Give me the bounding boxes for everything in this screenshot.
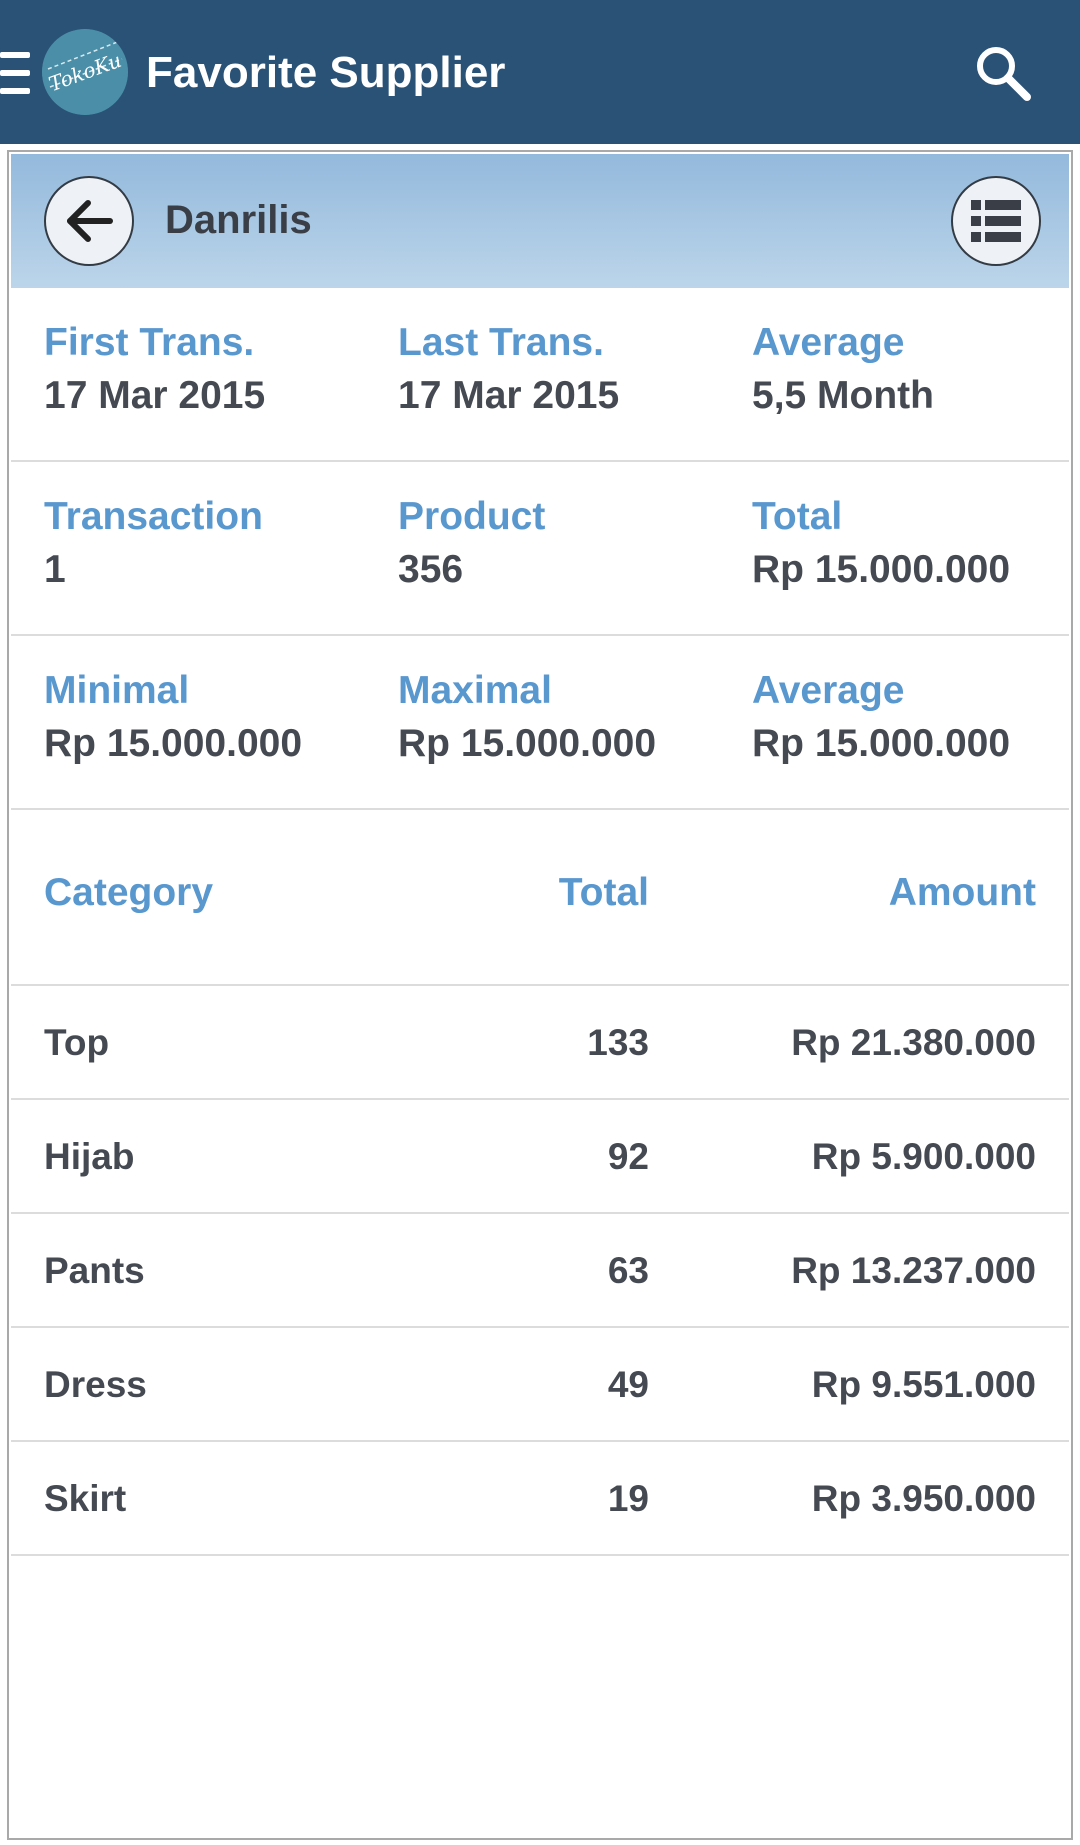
arrow-left-icon xyxy=(67,200,113,242)
category-table-header: Category Total Amount xyxy=(11,808,1069,986)
stat-value: 356 xyxy=(398,548,464,591)
table-row[interactable]: Skirt 19 Rp 3.950.000 xyxy=(11,1442,1069,1556)
table-row[interactable]: Hijab 92 Rp 5.900.000 xyxy=(11,1100,1069,1214)
category-cell: Skirt xyxy=(44,1478,127,1519)
stat-value: Rp 15.000.000 xyxy=(44,722,303,765)
stat-average-amount: Average Rp 15.000.000 xyxy=(752,666,1010,772)
category-cell: Pants xyxy=(44,1250,145,1291)
stat-label: First Trans. xyxy=(44,321,255,364)
column-header-category[interactable]: Category xyxy=(44,868,213,918)
stat-label: Average xyxy=(752,669,905,712)
supplier-header: Danrilis xyxy=(11,154,1069,288)
stat-label: Average xyxy=(752,321,905,364)
stat-label: Last Trans. xyxy=(398,321,604,364)
stat-value: 1 xyxy=(44,548,66,591)
app-bar: TokoKu Favorite Supplier xyxy=(0,0,1080,144)
stat-first-trans: First Trans. 17 Mar 2015 xyxy=(44,318,265,424)
page-title: Favorite Supplier xyxy=(146,48,506,97)
stat-average-interval: Average 5,5 Month xyxy=(752,318,934,424)
category-cell: Top xyxy=(44,1022,110,1063)
supplier-detail-card: Danrilis First Trans. 17 Mar 2015 Last T… xyxy=(7,150,1073,1840)
stat-value: 17 Mar 2015 xyxy=(398,374,620,417)
amount-cell: Rp 3.950.000 xyxy=(811,1478,1036,1519)
stat-value: Rp 15.000.000 xyxy=(752,722,1011,765)
stat-label: Transaction xyxy=(44,495,263,538)
table-row[interactable]: Top 133 Rp 21.380.000 xyxy=(11,986,1069,1100)
table-row[interactable]: Dress 49 Rp 9.551.000 xyxy=(11,1328,1069,1442)
stat-value: 17 Mar 2015 xyxy=(44,374,266,417)
list-view-icon xyxy=(971,200,1021,242)
stat-last-trans: Last Trans. 17 Mar 2015 xyxy=(398,318,619,424)
stats-row-counts: Transaction 1 Product 356 Total Rp 15.00… xyxy=(11,462,1069,636)
stats-row-amounts: Minimal Rp 15.000.000 Maximal Rp 15.000.… xyxy=(11,636,1069,810)
supplier-name: Danrilis xyxy=(165,198,312,242)
search-icon[interactable] xyxy=(970,40,1036,106)
amount-cell: Rp 21.380.000 xyxy=(791,1022,1036,1063)
stat-value: Rp 15.000.000 xyxy=(398,722,657,765)
total-cell: 92 xyxy=(607,1136,649,1177)
stats-row-dates: First Trans. 17 Mar 2015 Last Trans. 17 … xyxy=(11,288,1069,462)
category-cell: Dress xyxy=(44,1364,147,1405)
stat-value: 5,5 Month xyxy=(752,374,934,417)
category-cell: Hijab xyxy=(44,1136,135,1177)
table-row[interactable]: Pants 63 Rp 13.237.000 xyxy=(11,1214,1069,1328)
category-table-body: Top 133 Rp 21.380.000 Hijab 92 Rp 5.900.… xyxy=(11,986,1069,1556)
stat-minimal: Minimal Rp 15.000.000 xyxy=(44,666,302,772)
back-button[interactable] xyxy=(44,176,134,266)
stat-maximal: Maximal Rp 15.000.000 xyxy=(398,666,656,772)
stat-total: Total Rp 15.000.000 xyxy=(752,492,1010,598)
stat-label: Maximal xyxy=(398,669,552,712)
column-header-amount[interactable]: Amount xyxy=(889,868,1036,918)
stat-label: Total xyxy=(752,495,843,538)
amount-cell: Rp 13.237.000 xyxy=(791,1250,1036,1291)
tokoku-logo: TokoKu xyxy=(42,29,128,115)
amount-cell: Rp 5.900.000 xyxy=(811,1136,1036,1177)
stat-label: Product xyxy=(398,495,546,538)
total-cell: 133 xyxy=(587,1022,649,1063)
hamburger-menu-icon[interactable] xyxy=(0,52,30,94)
total-cell: 63 xyxy=(607,1250,649,1291)
column-header-total[interactable]: Total xyxy=(559,868,649,918)
stat-product: Product 356 xyxy=(398,492,545,598)
list-view-button[interactable] xyxy=(951,176,1041,266)
stat-label: Minimal xyxy=(44,669,190,712)
amount-cell: Rp 9.551.000 xyxy=(811,1364,1036,1405)
total-cell: 19 xyxy=(607,1478,649,1519)
stat-transaction: Transaction 1 xyxy=(44,492,263,598)
total-cell: 49 xyxy=(607,1364,649,1405)
stat-value: Rp 15.000.000 xyxy=(752,548,1011,591)
